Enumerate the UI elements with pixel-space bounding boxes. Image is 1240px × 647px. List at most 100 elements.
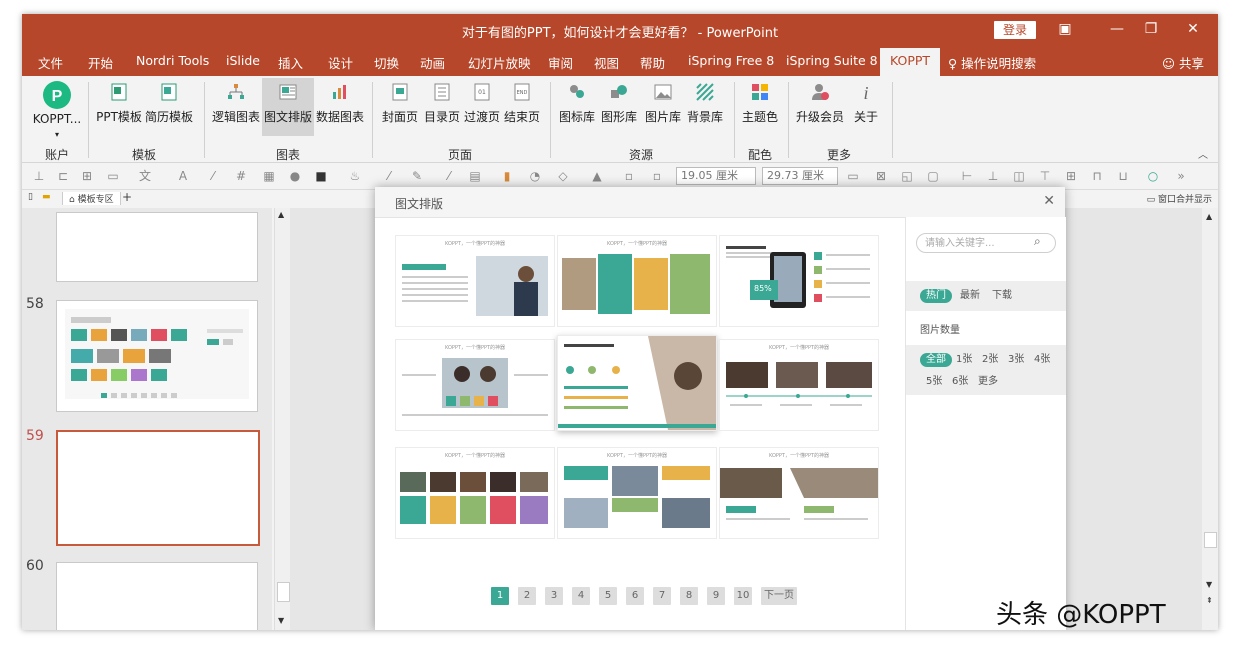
search-icon[interactable]: ⌕: [1034, 234, 1041, 249]
background-library-button[interactable]: 背景库: [684, 78, 726, 136]
more-icon[interactable]: »: [1174, 169, 1188, 183]
text-direction-icon[interactable]: 文: [138, 169, 152, 183]
shapes-icon[interactable]: ◇: [556, 169, 570, 183]
page-4-button[interactable]: 4: [572, 587, 590, 605]
page-3-button[interactable]: 3: [545, 587, 563, 605]
page-6-button[interactable]: 6: [626, 587, 644, 605]
tab-nordri-tools[interactable]: Nordri Tools: [136, 53, 209, 68]
upgrade-member-button[interactable]: 升级会员: [794, 78, 846, 136]
scroll-thumb[interactable]: [1204, 532, 1217, 548]
align-icon[interactable]: ▫: [622, 169, 636, 183]
scroll-down-icon[interactable]: ▼: [1206, 580, 1212, 589]
count-more-chip[interactable]: 更多: [972, 375, 1004, 389]
format-painter-icon[interactable]: ⁄: [206, 169, 220, 183]
collapse-ribbon-icon[interactable]: ︿: [1198, 146, 1208, 161]
end-page-button[interactable]: END 结束页: [502, 78, 542, 136]
remove-icon[interactable]: ⊠: [874, 169, 888, 183]
fill-color-icon[interactable]: ■: [314, 169, 328, 183]
data-chart-button[interactable]: 数据图表: [314, 78, 366, 136]
size-icon[interactable]: ▫: [650, 169, 664, 183]
rotate-icon[interactable]: ⊔: [1116, 169, 1130, 183]
lock-icon[interactable]: ⊥: [32, 169, 46, 183]
ppt-template-button[interactable]: PPT模板: [94, 78, 144, 136]
tab-design[interactable]: 设计: [328, 53, 353, 72]
tab-transitions[interactable]: 切换: [374, 53, 399, 72]
template-card[interactable]: KOPPT，一个懂PPT的神器: [719, 339, 879, 431]
ribbon-display-icon[interactable]: ▣: [1052, 18, 1078, 40]
scroll-up-icon[interactable]: ▲: [278, 210, 284, 219]
hash-icon[interactable]: #: [234, 169, 248, 183]
count-6-chip[interactable]: 6张: [946, 375, 974, 389]
canvas-scrollbar[interactable]: ▲ ▼ ⇞: [1202, 208, 1218, 630]
sort-new-chip[interactable]: 最新: [954, 289, 986, 303]
transition-page-button[interactable]: 01 过渡页: [462, 78, 502, 136]
next-page-button[interactable]: 下一页: [761, 587, 797, 605]
slide-thumbnail[interactable]: [56, 212, 258, 282]
font-icon[interactable]: A: [176, 169, 190, 183]
count-1-chip[interactable]: 1张: [950, 353, 978, 367]
tab-insert[interactable]: 插入: [278, 53, 303, 72]
page-2-button[interactable]: 2: [518, 587, 536, 605]
add-tab-icon[interactable]: +: [122, 190, 132, 204]
icon-library-button[interactable]: 图标库: [556, 78, 598, 136]
chart-icon[interactable]: ▮: [500, 169, 514, 183]
highlight-icon[interactable]: ▤: [468, 169, 482, 183]
page-8-button[interactable]: 8: [680, 587, 698, 605]
count-4-chip[interactable]: 4张: [1028, 353, 1056, 367]
tab-ispring-suite[interactable]: iSpring Suite 8: [786, 53, 878, 68]
previous-slide-icon[interactable]: ⇞: [1206, 596, 1213, 605]
group-icon[interactable]: ⊏: [56, 169, 70, 183]
template-card[interactable]: KOPPT，一个懂PPT的神器: [395, 447, 555, 539]
slides-scrollbar[interactable]: ▲ ▼: [274, 208, 291, 630]
scroll-down-icon[interactable]: ▼: [278, 616, 284, 625]
resume-template-button[interactable]: 简历模板: [144, 78, 194, 136]
template-card[interactable]: 85%: [719, 235, 879, 327]
arrange-icon[interactable]: ◱: [900, 169, 914, 183]
align-bottom-icon[interactable]: ⊞: [1064, 169, 1078, 183]
count-2-chip[interactable]: 2张: [976, 353, 1004, 367]
count-all-chip[interactable]: 全部: [920, 353, 952, 367]
about-button[interactable]: i 关于: [848, 78, 884, 136]
tab-review[interactable]: 审阅: [548, 53, 573, 72]
page-1-button[interactable]: 1: [491, 587, 509, 605]
template-card-hovered[interactable]: [557, 335, 717, 431]
slide-size-icon[interactable]: ▭: [846, 169, 860, 183]
minimize-icon[interactable]: —: [1104, 18, 1130, 40]
page-5-button[interactable]: 5: [599, 587, 617, 605]
logic-chart-button[interactable]: 逻辑图表: [210, 78, 262, 136]
image-library-button[interactable]: 图片库: [642, 78, 684, 136]
paint-bucket-icon[interactable]: ♨: [348, 169, 362, 183]
eyedropper-icon[interactable]: ⁄: [382, 169, 396, 183]
tab-animations[interactable]: 动画: [420, 53, 445, 72]
textbox-icon[interactable]: ▭: [106, 169, 120, 183]
tab-file[interactable]: 文件: [38, 53, 63, 72]
sort-hot-chip[interactable]: 热门: [920, 289, 952, 303]
koppt-account-button[interactable]: P KOPPT... ▾: [28, 78, 86, 139]
template-zone-tab[interactable]: ⌂ 模板专区: [62, 192, 121, 205]
height-field[interactable]: 29.73 厘米: [762, 167, 838, 185]
tab-slideshow[interactable]: 幻灯片放映: [468, 53, 531, 72]
tab-help[interactable]: 帮助: [640, 53, 665, 72]
align-center-icon[interactable]: ⊥: [986, 169, 1000, 183]
template-card[interactable]: KOPPT，一个懂PPT的神器: [557, 235, 717, 327]
crop-icon[interactable]: ⊞: [80, 169, 94, 183]
scroll-thumb[interactable]: [277, 582, 290, 602]
flip-icon[interactable]: ⊓: [1090, 169, 1104, 183]
login-button[interactable]: 登录: [994, 21, 1036, 39]
align-left-icon[interactable]: ⊢: [960, 169, 974, 183]
shadow-icon[interactable]: ▲: [590, 169, 604, 183]
pie-icon[interactable]: ◔: [528, 169, 542, 183]
theme-color-button[interactable]: 主题色: [738, 78, 782, 136]
count-3-chip[interactable]: 3张: [1002, 353, 1030, 367]
tab-ispring-free[interactable]: iSpring Free 8: [688, 53, 774, 68]
shape-library-button[interactable]: 图形库: [598, 78, 640, 136]
template-card[interactable]: KOPPT，一个懂PPT的神器: [719, 447, 879, 539]
distribute-icon[interactable]: ◫: [1012, 169, 1026, 183]
share-button[interactable]: ☺ 共享: [1162, 53, 1204, 72]
circle-shape-icon[interactable]: ●: [288, 169, 302, 183]
count-5-chip[interactable]: 5张: [920, 375, 948, 389]
circle-icon[interactable]: ○: [1146, 169, 1160, 183]
tab-view[interactable]: 视图: [594, 53, 619, 72]
toc-page-button[interactable]: 目录页: [422, 78, 462, 136]
slide-thumbnail-60[interactable]: [56, 562, 258, 630]
